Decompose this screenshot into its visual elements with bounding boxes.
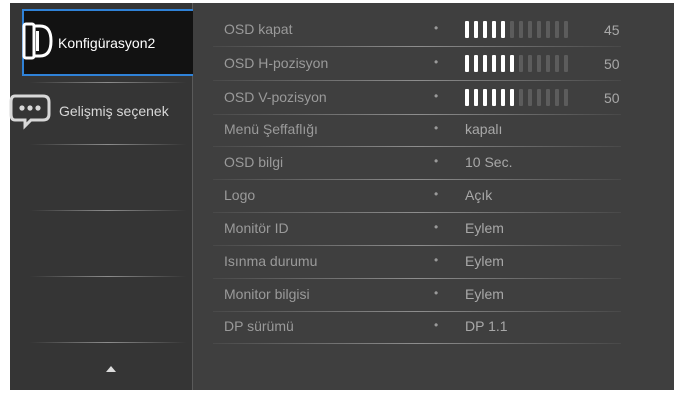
setting-row-heating-status[interactable]: Isınma durumu • Eylem [213,245,621,278]
setting-value: 10 Sec. [465,154,513,170]
setting-value: Eylem [465,286,504,302]
slider-tick [537,89,541,106]
setting-label: Monitor bilgisi [224,286,310,302]
setting-row-osd-info[interactable]: OSD bilgi • 10 Sec. [213,146,621,179]
slider-tick [492,21,496,38]
setting-label: Monitör ID [224,220,289,236]
slider-value: 50 [604,56,620,72]
advanced-options-icon [9,92,53,130]
sidebar-item-configuration2[interactable]: Konfigürasyon2 [22,9,198,76]
setting-row-monitor-info[interactable]: Monitor bilgisi • Eylem [213,278,621,311]
slider-tick [474,89,478,106]
sidebar-divider [30,342,186,343]
slider-tick [501,55,505,72]
separator-dot: • [434,253,439,267]
configuration-icon [21,20,55,62]
slider-tick [528,21,532,38]
slider-tick [483,21,487,38]
slider-tick [510,89,514,106]
setting-label: Menü Şeffaflığı [224,121,318,137]
setting-label: Isınma durumu [224,253,318,269]
setting-value: DP 1.1 [465,318,508,334]
slider-tick [501,89,505,106]
sidebar-divider [30,210,186,211]
slider-tick [510,55,514,72]
setting-label: OSD H-pozisyon [224,55,329,71]
setting-value: Eylem [465,253,504,269]
separator-dot: • [434,286,439,300]
level-slider[interactable] [465,54,573,73]
setting-row-osd-v-position[interactable]: OSD V-pozisyon • 50 [213,81,621,114]
setting-label: OSD bilgi [224,154,284,170]
setting-row-monitor-id[interactable]: Monitör ID • Eylem [213,212,621,245]
slider-tick [510,21,514,38]
slider-tick [537,21,541,38]
sidebar: Konfigürasyon2 Gelişmiş seçenek [9,3,198,390]
slider-value: 45 [604,22,620,38]
slider-tick [465,55,469,72]
setting-value: Açık [465,187,493,203]
slider-tick [483,89,487,106]
slider-tick [528,55,532,72]
slider-tick [501,21,505,38]
slider-tick [537,55,541,72]
level-slider[interactable] [465,88,573,107]
setting-row-dp-version[interactable]: DP sürümü • DP 1.1 [213,310,621,343]
slider-tick [492,55,496,72]
setting-label: DP sürümü [224,318,294,334]
separator-dot: • [434,55,439,69]
setting-value: Eylem [465,220,504,236]
slider-value: 50 [604,90,620,106]
separator-dot: • [434,89,439,103]
scroll-up-arrow-icon[interactable] [106,366,116,372]
slider-tick [564,21,568,38]
slider-tick [519,21,523,38]
sidebar-divider [30,144,186,145]
setting-label: OSD V-pozisyon [224,89,327,105]
separator-dot: • [434,187,439,201]
setting-label: OSD kapat [224,21,293,37]
slider-tick [519,89,523,106]
separator-dot: • [434,220,439,234]
slider-tick [555,89,559,106]
slider-tick [555,21,559,38]
slider-tick [492,89,496,106]
setting-row-menu-transparency[interactable]: Menü Şeffaflığı • kapalı [213,113,621,146]
slider-tick [465,21,469,38]
separator-dot: • [434,121,439,135]
setting-row-logo[interactable]: Logo • Açık [213,179,621,212]
row-divider [213,343,621,344]
sidebar-item-label: Gelişmiş seçenek [59,102,169,119]
setting-row-osd-h-position[interactable]: OSD H-pozisyon • 50 [213,47,621,80]
separator-dot: • [434,318,439,332]
setting-row-osd-off[interactable]: OSD kapat • 45 [213,13,621,46]
slider-tick [474,21,478,38]
settings-panel: OSD kapat • 45 OSD H-pozisyon • 50 OSD V… [193,3,674,390]
slider-tick [465,89,469,106]
sidebar-divider [30,276,186,277]
slider-tick [519,55,523,72]
slider-tick [555,55,559,72]
slider-tick [474,55,478,72]
level-slider[interactable] [465,20,573,39]
separator-dot: • [434,21,439,35]
slider-tick [483,55,487,72]
slider-tick [546,89,550,106]
separator-dot: • [434,154,439,168]
slider-tick [546,55,550,72]
setting-label: Logo [224,187,256,203]
slider-tick [528,89,532,106]
slider-tick [546,21,550,38]
slider-tick [564,89,568,106]
sidebar-item-label: Konfigürasyon2 [58,34,156,51]
osd-menu: Konfigürasyon2 Gelişmiş seçenek OSD kapa… [0,0,681,396]
setting-value: kapalı [465,121,503,137]
slider-tick [564,55,568,72]
sidebar-item-advanced-options[interactable]: Gelişmiş seçenek [9,77,192,144]
